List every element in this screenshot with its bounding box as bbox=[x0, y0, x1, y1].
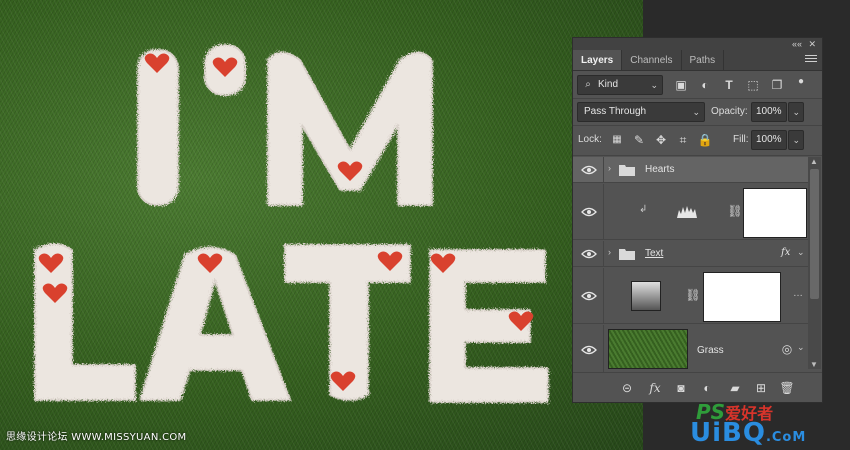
chevron-down-icon[interactable]: ⌄ bbox=[797, 342, 805, 353]
chevron-down-icon: ⌄ bbox=[792, 135, 800, 145]
layer-row-hearts[interactable]: › Hearts bbox=[573, 157, 809, 183]
eye-icon[interactable] bbox=[581, 345, 597, 355]
smart-filter-icon[interactable]: ◎ bbox=[779, 341, 795, 357]
delete-layer-icon[interactable]: 🗑 bbox=[779, 380, 795, 396]
layers-scrollbar[interactable]: ▲ ▼ bbox=[808, 157, 821, 369]
type-filter-icon[interactable]: T bbox=[721, 77, 737, 93]
layer-row-grass[interactable]: Grass ◎ ⌄ bbox=[573, 325, 809, 373]
folder-icon bbox=[619, 165, 635, 176]
chevron-down-icon: ⌄ bbox=[650, 80, 658, 90]
lock-artboard-icon[interactable]: ⌗ bbox=[675, 132, 691, 148]
folder-icon bbox=[619, 249, 635, 260]
gradient-thumbnail[interactable] bbox=[631, 281, 661, 311]
eye-icon[interactable] bbox=[581, 207, 597, 217]
clipping-arrow-icon: ↲ bbox=[639, 204, 648, 215]
link-icon[interactable]: ⛓ bbox=[727, 203, 743, 219]
layer-mask-thumbnail[interactable] bbox=[743, 188, 807, 238]
blend-row: Pass Through ⌄ Opacity: 100% ⌄ bbox=[573, 99, 822, 126]
layer-row-adjustment[interactable]: ↲ ⛓ bbox=[573, 184, 809, 240]
new-adjustment-icon[interactable]: ◐ bbox=[699, 380, 715, 396]
heart-sticker bbox=[377, 251, 403, 271]
heart-sticker bbox=[508, 311, 534, 331]
layer-row-text[interactable]: › Text fx ⌄ bbox=[573, 241, 809, 267]
levels-adjustment-icon bbox=[677, 206, 697, 218]
fill-dropdown[interactable]: ⌄ bbox=[788, 130, 804, 150]
lock-image-icon[interactable]: ✎ bbox=[631, 132, 647, 148]
heart-sticker bbox=[42, 283, 68, 303]
lock-label: Lock: bbox=[578, 134, 602, 145]
chevron-down-icon: ⌄ bbox=[692, 107, 700, 117]
search-icon: ⌕ bbox=[585, 79, 591, 90]
fill-input[interactable]: 100% bbox=[751, 130, 787, 150]
new-layer-icon[interactable]: ⊞ bbox=[753, 380, 769, 396]
site-watermark: UiBQ.CoM bbox=[690, 418, 807, 448]
layer-mask-thumbnail[interactable] bbox=[703, 272, 781, 322]
filter-kind-select[interactable]: ⌕ Kind ⌄ bbox=[577, 75, 663, 95]
lock-row: Lock: ▦ ✎ ✥ ⌗ 🔒 Fill: 100% ⌄ bbox=[573, 126, 822, 156]
layer-name: Hearts bbox=[645, 164, 675, 175]
eye-icon[interactable] bbox=[581, 249, 597, 259]
adjustment-filter-icon[interactable]: ◐ bbox=[697, 77, 713, 93]
heart-sticker bbox=[330, 371, 356, 391]
tab-paths[interactable]: Paths bbox=[682, 50, 725, 70]
filter-toggle-icon[interactable]: ● bbox=[793, 74, 809, 90]
pixel-filter-icon[interactable]: ▣ bbox=[673, 77, 689, 93]
panel-tabs: Layers Channels Paths bbox=[573, 50, 822, 71]
opacity-label: Opacity: bbox=[711, 106, 748, 117]
layer-name: Grass bbox=[697, 345, 724, 356]
grass-thumbnail[interactable] bbox=[608, 329, 688, 369]
chevron-down-icon: ⌄ bbox=[792, 107, 800, 117]
layers-panel: «« ✕ Layers Channels Paths ⌕ Kind ⌄ ▣ ◐ … bbox=[572, 37, 823, 403]
heart-sticker bbox=[212, 57, 238, 77]
chevron-down-icon[interactable]: ⌄ bbox=[797, 247, 805, 258]
add-style-icon[interactable]: fx bbox=[647, 380, 663, 396]
lock-position-icon[interactable]: ✥ bbox=[653, 132, 669, 148]
heart-sticker bbox=[38, 253, 64, 273]
lock-transparent-icon[interactable]: ▦ bbox=[609, 132, 625, 148]
tab-channels[interactable]: Channels bbox=[622, 50, 682, 70]
opacity-dropdown[interactable]: ⌄ bbox=[788, 102, 804, 122]
fill-label: Fill: bbox=[733, 134, 749, 145]
layers-bottom-toolbar: ⊝ fx ◙ ◐ ▰ ⊞ 🗑 bbox=[573, 372, 822, 402]
fx-icon[interactable]: fx bbox=[781, 247, 790, 258]
panel-menu-icon[interactable] bbox=[805, 55, 817, 65]
filter-row: ⌕ Kind ⌄ ▣ ◐ T ⬚ ❐ ● bbox=[573, 71, 822, 99]
new-group-icon[interactable]: ▰ bbox=[727, 380, 743, 396]
eye-icon[interactable] bbox=[581, 291, 597, 301]
chevron-right-icon[interactable]: › bbox=[608, 163, 611, 173]
heart-sticker bbox=[144, 53, 170, 73]
heart-sticker bbox=[197, 253, 223, 273]
link-layers-icon[interactable]: ⊝ bbox=[619, 380, 635, 396]
canvas-watermark: 思缘设计论坛 WWW.MISSYUAN.COM bbox=[6, 432, 187, 443]
more-icon[interactable]: … bbox=[793, 288, 803, 299]
blend-mode-select[interactable]: Pass Through ⌄ bbox=[577, 102, 705, 122]
chevron-right-icon[interactable]: › bbox=[608, 247, 611, 257]
layer-row-gradient-fill[interactable]: ⛓ … bbox=[573, 268, 809, 324]
tab-layers[interactable]: Layers bbox=[573, 50, 623, 70]
layer-list: › Hearts ↲ ⛓ › Text fx ⌄ ⛓ … Grass ◎ ⌄ bbox=[573, 157, 809, 373]
panel-title-strip: «« ✕ bbox=[573, 38, 822, 50]
opacity-input[interactable]: 100% bbox=[751, 102, 787, 122]
smart-object-filter-icon[interactable]: ❐ bbox=[769, 77, 785, 93]
scrollbar-thumb[interactable] bbox=[810, 169, 819, 299]
scroll-up-icon[interactable]: ▲ bbox=[810, 157, 818, 166]
link-icon[interactable]: ⛓ bbox=[685, 287, 701, 303]
add-mask-icon[interactable]: ◙ bbox=[673, 380, 689, 396]
eye-icon[interactable] bbox=[581, 165, 597, 175]
lock-all-icon[interactable]: 🔒 bbox=[697, 132, 713, 148]
scroll-down-icon[interactable]: ▼ bbox=[810, 360, 818, 369]
collapse-panel-icon[interactable]: «« bbox=[792, 38, 802, 50]
close-icon[interactable]: ✕ bbox=[808, 38, 816, 50]
document-canvas[interactable]: 思缘设计论坛 WWW.MISSYUAN.COM bbox=[0, 0, 643, 450]
heart-sticker bbox=[337, 161, 363, 181]
fur-lettering bbox=[34, 44, 549, 403]
layer-name: Text bbox=[645, 248, 664, 259]
heart-sticker bbox=[430, 253, 456, 273]
shape-filter-icon[interactable]: ⬚ bbox=[745, 77, 761, 93]
